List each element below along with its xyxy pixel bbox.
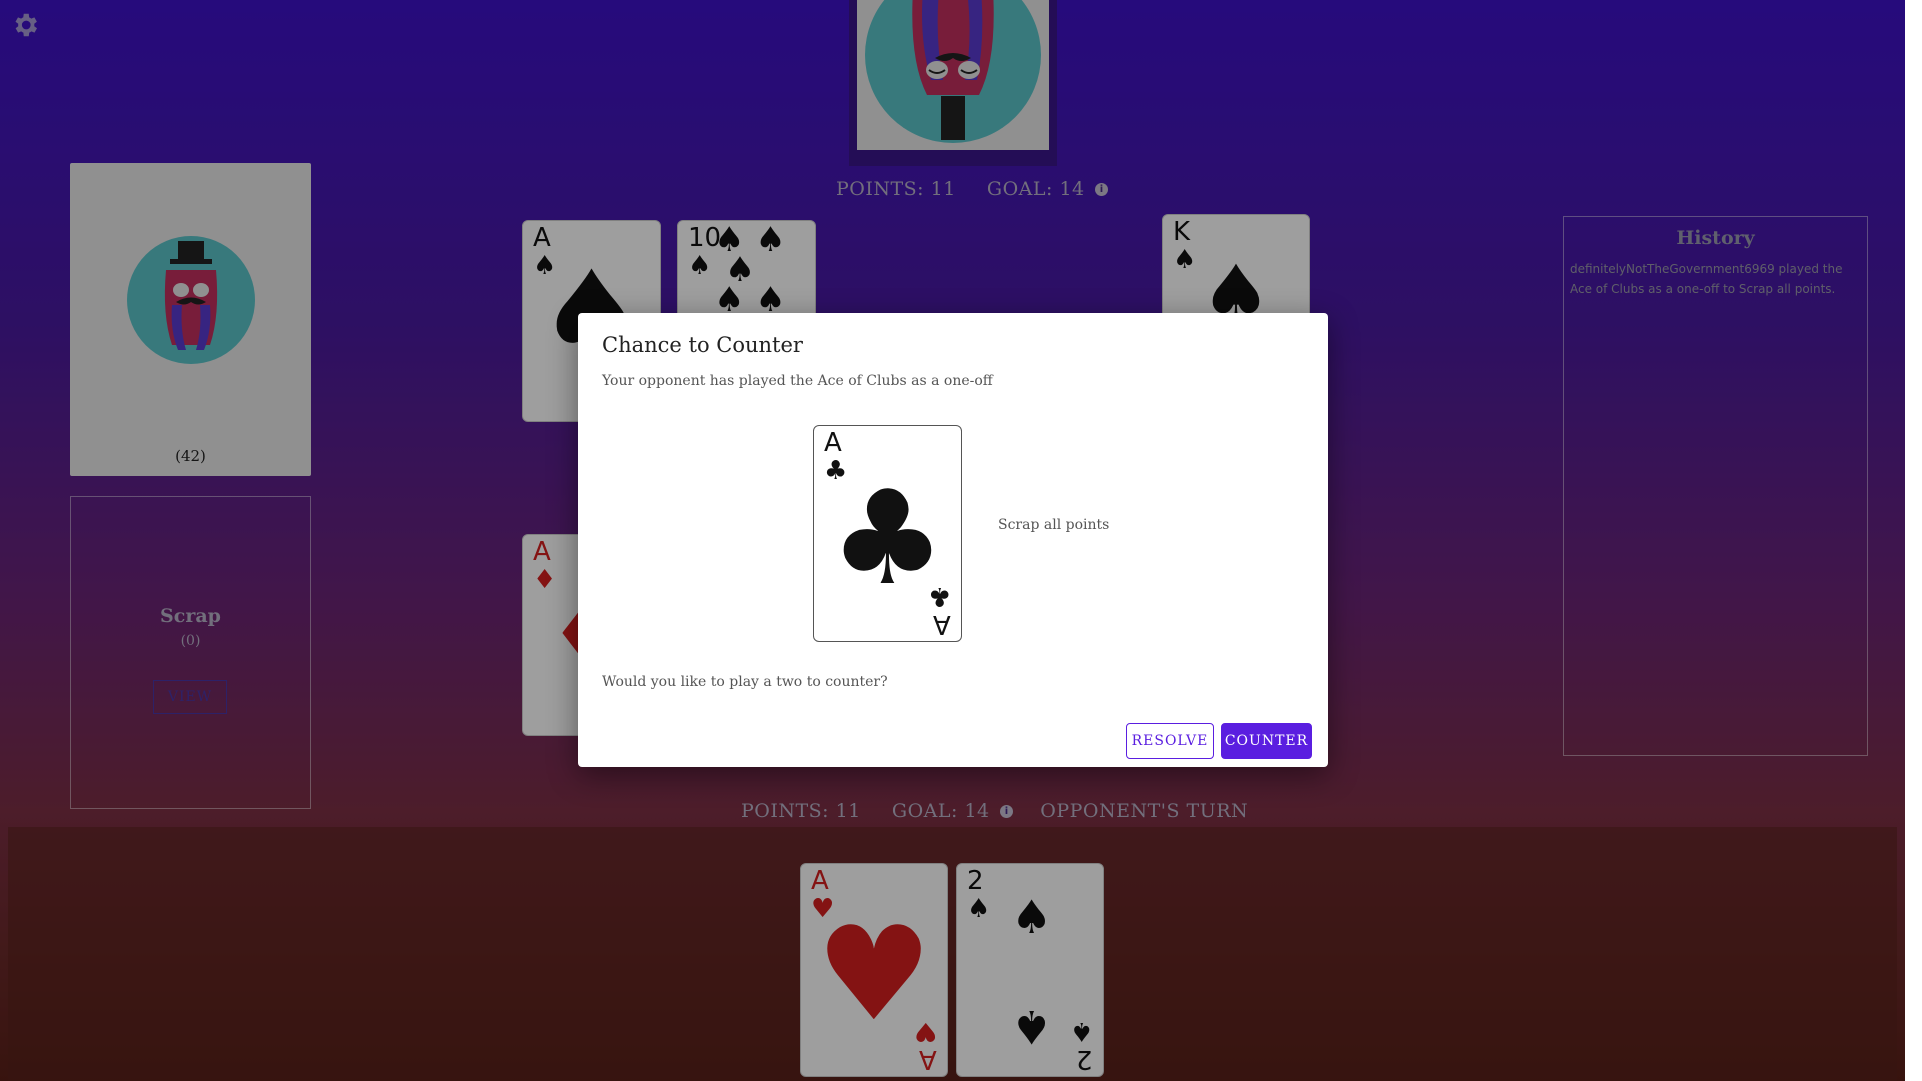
card-rank: A	[933, 609, 951, 639]
card-effect-text: Scrap all points	[998, 517, 1110, 533]
dialog-question: Would you like to play a two to counter?	[602, 674, 888, 690]
dialog-subtitle: Your opponent has played the Ace of Club…	[602, 373, 993, 389]
resolve-button[interactable]: RESOLVE	[1126, 723, 1214, 759]
club-icon: ♣	[927, 581, 951, 611]
card-rank: A	[824, 428, 842, 458]
counter-dialog: Chance to Counter Your opponent has play…	[578, 313, 1328, 767]
window-edge	[1905, 0, 1922, 1081]
counter-button[interactable]: COUNTER	[1221, 723, 1312, 759]
played-card-ace-clubs: A ♣ ♣ A ♣	[813, 425, 962, 642]
dialog-title: Chance to Counter	[602, 333, 803, 357]
